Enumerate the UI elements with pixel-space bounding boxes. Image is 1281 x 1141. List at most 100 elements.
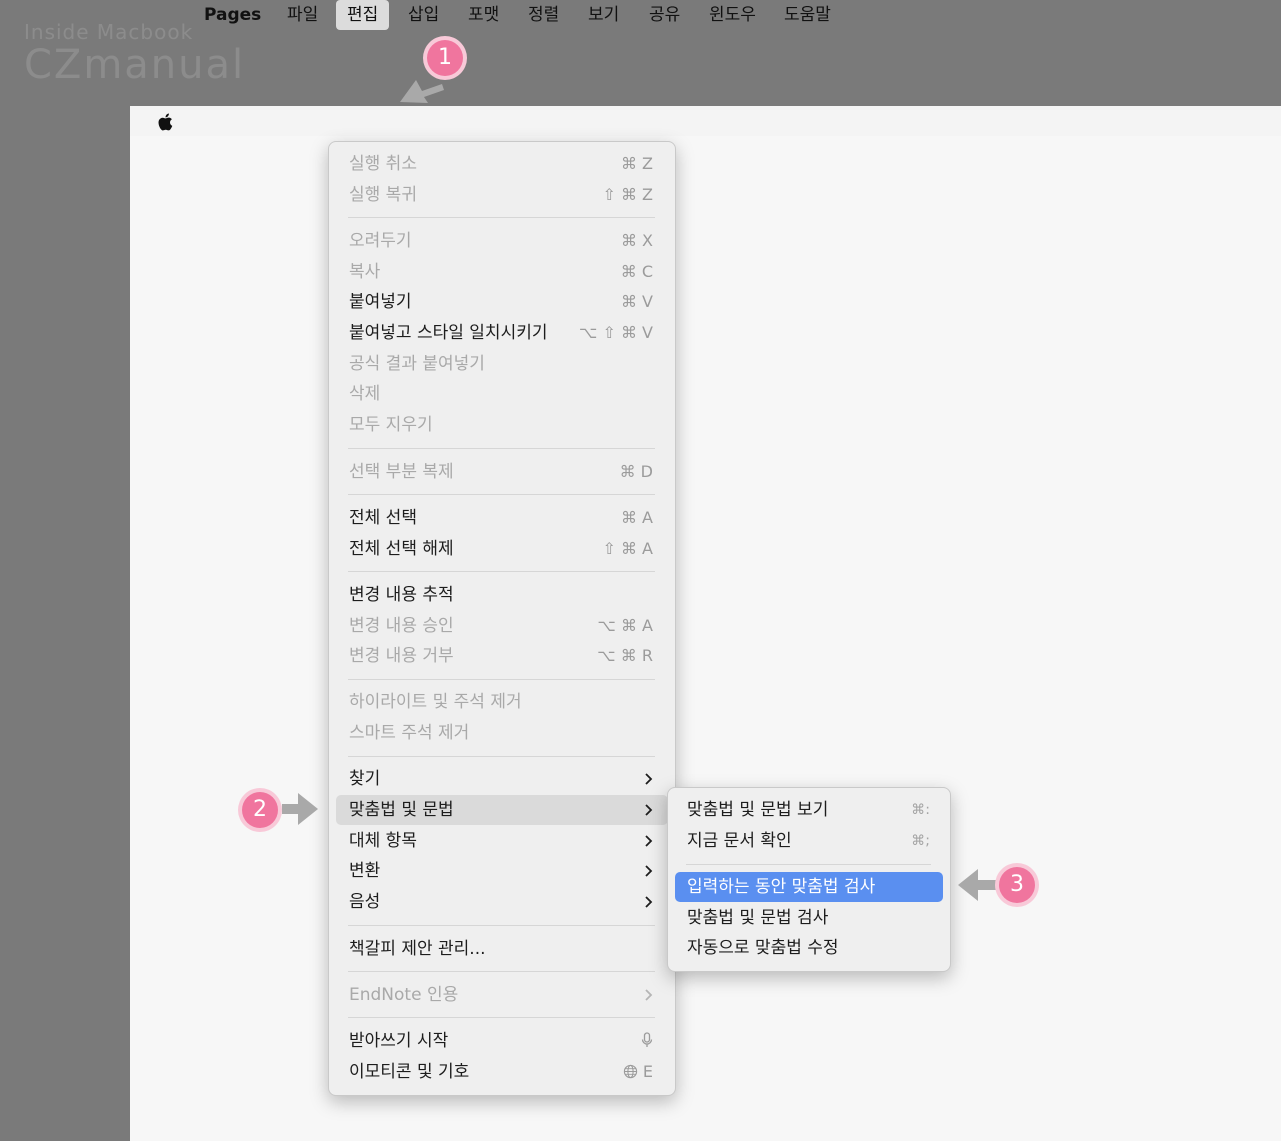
menu-file[interactable]: 파일 — [276, 0, 329, 30]
menu-share[interactable]: 공유 — [638, 0, 691, 30]
menu-item-label: 음성 — [349, 892, 381, 912]
menu-separator — [348, 756, 655, 757]
menu-insert[interactable]: 삽입 — [397, 0, 450, 30]
shortcut: ⌘ Z — [620, 154, 653, 173]
menu-item-label: 받아쓰기 시작 — [349, 1031, 449, 1051]
menu-item-label: 맞춤법 및 문법 — [349, 800, 454, 820]
menu-item-label: 복사 — [349, 262, 381, 282]
shortcut: ⌘ A — [620, 508, 653, 527]
menu-separator — [686, 864, 931, 865]
shortcut: ⌥ ⇧ ⌘ V — [578, 323, 653, 342]
shortcut: ⌘; — [911, 833, 930, 849]
menu-separator — [348, 571, 655, 572]
menu-item-paste-formula-results[interactable]: 공식 결과 붙여넣기 — [336, 349, 668, 379]
menu-item-delete[interactable]: 삭제 — [336, 379, 668, 409]
menu-item-emoji-symbols[interactable]: 이모티콘 및 기호 E — [336, 1057, 668, 1087]
menu-item-spelling-grammar[interactable]: 맞춤법 및 문법 — [336, 795, 668, 825]
menu-edit[interactable]: 편집 — [336, 0, 390, 30]
menu-view[interactable]: 보기 — [577, 0, 630, 30]
menu-help[interactable]: 도움말 — [773, 0, 842, 30]
shortcut: ⌘ V — [620, 292, 653, 311]
shortcut: ⌘ C — [620, 262, 653, 281]
menu-item-endnote-citation[interactable]: EndNote 인용 — [336, 980, 668, 1010]
menu-item-substitutions[interactable]: 대체 항목 — [336, 826, 668, 856]
menu-item-label: 변경 내용 승인 — [349, 616, 454, 636]
chevron-right-icon — [643, 887, 653, 927]
callout-badge-2: 2 — [242, 792, 278, 828]
menu-separator — [348, 925, 655, 926]
menu-item-label: 붙여넣고 스타일 일치시키기 — [349, 323, 548, 343]
callout-badge-1: 1 — [427, 40, 463, 76]
menu-item-manage-bookmark-suggestions[interactable]: 책갈피 제안 관리... — [336, 934, 668, 964]
menu-item-remove-highlights-comments[interactable]: 하이라이트 및 주석 제거 — [336, 687, 668, 717]
menu-item-label: 변환 — [349, 861, 381, 881]
submenu-item-check-grammar-with-spelling[interactable]: 맞춤법 및 문법 검사 — [675, 903, 943, 933]
menu-item-transformations[interactable]: 변환 — [336, 856, 668, 886]
menu-item-label: 실행 복귀 — [349, 185, 417, 205]
menu-item-track-changes[interactable]: 변경 내용 추적 — [336, 580, 668, 610]
menu-item-cut[interactable]: 오려두기 ⌘ X — [336, 226, 668, 256]
menu-item-label: 맞춤법 및 문법 검사 — [687, 908, 829, 928]
menu-separator — [348, 1017, 655, 1018]
menu-separator — [348, 679, 655, 680]
globe-icon — [623, 1064, 638, 1079]
menu-item-deselect-all[interactable]: 전체 선택 해제 ⇧ ⌘ A — [336, 534, 668, 564]
menu-item-start-dictation[interactable]: 받아쓰기 시작 — [336, 1026, 668, 1056]
menu-item-clear-all[interactable]: 모두 지우기 — [336, 410, 668, 440]
menu-item-speech[interactable]: 음성 — [336, 887, 668, 917]
arrow-3-icon — [958, 869, 996, 901]
menu-item-duplicate-selection[interactable]: 선택 부분 복제 ⌘ D — [336, 457, 668, 487]
spelling-grammar-submenu: 맞춤법 및 문법 보기 ⌘: 지금 문서 확인 ⌘; 입력하는 동안 맞춤법 검사 … — [667, 787, 951, 972]
emoji-shortcut: E — [623, 1057, 653, 1087]
menu-item-accept-change[interactable]: 변경 내용 승인 ⌥ ⌘ A — [336, 611, 668, 641]
menu-item-label: 찾기 — [349, 769, 381, 789]
menu-item-label: 맞춤법 및 문법 보기 — [687, 800, 829, 820]
menu-item-label: EndNote 인용 — [349, 985, 459, 1005]
menu-format[interactable]: 포맷 — [457, 0, 510, 30]
menu-arrange[interactable]: 정렬 — [517, 0, 570, 30]
menu-item-select-all[interactable]: 전체 선택 ⌘ A — [336, 503, 668, 533]
menu-separator — [348, 448, 655, 449]
menu-item-copy[interactable]: 복사 ⌘ C — [336, 257, 668, 287]
menu-item-remove-smart-annotations[interactable]: 스마트 주석 제거 — [336, 718, 668, 748]
menu-item-paste-match-style[interactable]: 붙여넣고 스타일 일치시키기 ⌥ ⇧ ⌘ V — [336, 318, 668, 348]
arrow-2-icon — [282, 793, 318, 825]
apple-logo-icon[interactable] — [154, 111, 178, 133]
microphone-icon — [641, 1026, 653, 1056]
menu-window[interactable]: 윈도우 — [698, 0, 767, 30]
menu-app-pages[interactable]: Pages — [193, 0, 272, 30]
submenu-item-check-spelling-while-typing[interactable]: 입력하는 동안 맞춤법 검사 — [675, 872, 943, 902]
menu-item-label: 선택 부분 복제 — [349, 462, 454, 482]
menu-item-paste[interactable]: 붙여넣기 ⌘ V — [336, 287, 668, 317]
menu-item-label: 전체 선택 — [349, 508, 417, 528]
menu-item-label: 스마트 주석 제거 — [349, 723, 470, 743]
menu-separator — [348, 217, 655, 218]
arrow-1-icon — [400, 80, 444, 103]
chevron-right-icon — [643, 980, 653, 1020]
callout-badge-3: 3 — [999, 867, 1035, 903]
menu-item-redo[interactable]: 실행 복귀 ⇧ ⌘ Z — [336, 180, 668, 210]
menu-item-undo[interactable]: 실행 취소 ⌘ Z — [336, 149, 668, 179]
desktop-background — [130, 106, 1281, 1141]
menu-item-label: 책갈피 제안 관리... — [349, 939, 486, 959]
menu-item-label: 입력하는 동안 맞춤법 검사 — [687, 877, 876, 897]
menu-item-label: 모두 지우기 — [349, 415, 433, 435]
menu-item-label: 변경 내용 거부 — [349, 646, 454, 666]
submenu-item-check-document-now[interactable]: 지금 문서 확인 ⌘; — [675, 826, 943, 856]
menu-item-label: 변경 내용 추적 — [349, 585, 454, 605]
menu-item-label: 대체 항목 — [349, 831, 417, 851]
shortcut: ⌥ ⌘ R — [597, 646, 653, 665]
edit-menu: 실행 취소 ⌘ Z 실행 복귀 ⇧ ⌘ Z 오려두기 ⌘ X 복사 ⌘ C 붙여넣기 ⌘ … — [328, 141, 676, 1096]
menu-item-label: 자동으로 맞춤법 수정 — [687, 938, 839, 958]
menu-separator — [348, 494, 655, 495]
shortcut-key: E — [642, 1062, 653, 1081]
menu-item-find[interactable]: 찾기 — [336, 764, 668, 794]
menu-item-label: 지금 문서 확인 — [687, 831, 792, 851]
menu-item-label: 삭제 — [349, 384, 381, 404]
menu-item-label: 오려두기 — [349, 231, 412, 251]
shortcut: ⇧ ⌘ Z — [602, 185, 653, 204]
submenu-item-correct-spelling-automatically[interactable]: 자동으로 맞춤법 수정 — [675, 933, 943, 963]
menu-item-reject-change[interactable]: 변경 내용 거부 ⌥ ⌘ R — [336, 641, 668, 671]
shortcut: ⌘: — [911, 802, 930, 818]
submenu-item-show-spelling-grammar[interactable]: 맞춤법 및 문법 보기 ⌘: — [675, 795, 943, 825]
